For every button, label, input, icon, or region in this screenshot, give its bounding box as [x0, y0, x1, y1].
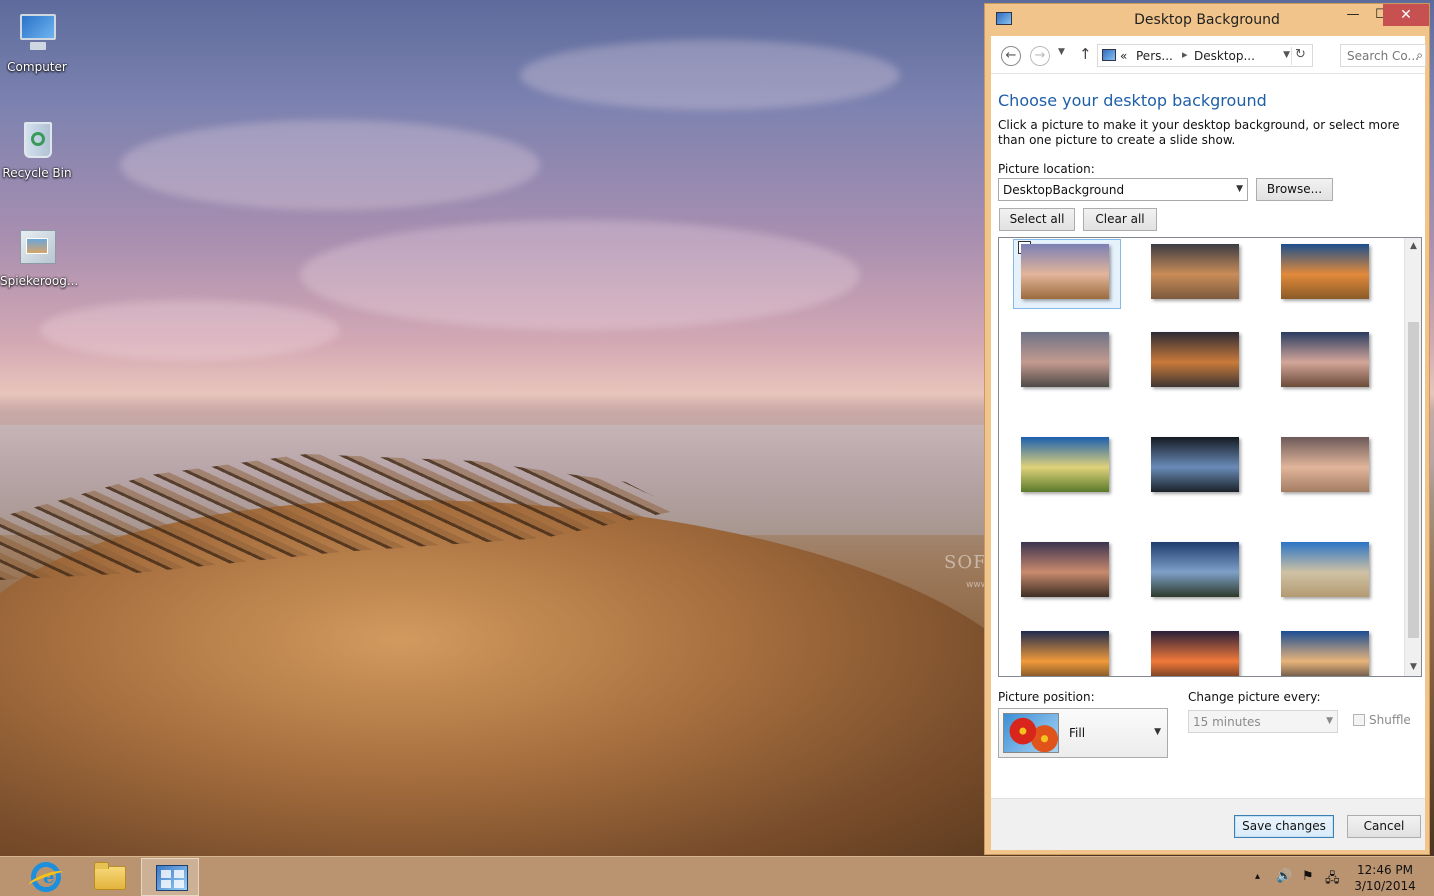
- thumbnail-island-bay[interactable]: [1151, 542, 1239, 597]
- thumbnail-rocky-shore[interactable]: [1281, 332, 1369, 387]
- desktop-icon-computer[interactable]: Computer: [0, 10, 74, 74]
- thumbnail-night-sun[interactable]: [1151, 437, 1239, 492]
- search-input[interactable]: Search Co... ⌕: [1340, 44, 1426, 67]
- picture-position-select[interactable]: Fill ▼: [998, 708, 1168, 758]
- thumbnail-calm-sea-sunset[interactable]: [1151, 332, 1239, 387]
- save-changes-button[interactable]: Save changes: [1234, 815, 1334, 838]
- folder-icon: [94, 862, 126, 890]
- taskbar-control-panel[interactable]: [141, 858, 199, 896]
- up-arrow-icon[interactable]: ↑: [1079, 45, 1092, 63]
- change-every-label: Change picture every:: [1188, 690, 1321, 704]
- show-hidden-icons-icon[interactable]: ▴: [1255, 871, 1260, 882]
- change-every-value: 15 minutes: [1193, 715, 1261, 729]
- computer-icon: [14, 10, 60, 56]
- browse-button[interactable]: Browse...: [1256, 178, 1333, 201]
- page-title: Choose your desktop background: [998, 91, 1267, 110]
- thumbnail-beach-chair[interactable]: [1281, 437, 1369, 492]
- thumbnail-orange-horizon[interactable]: [1021, 631, 1109, 676]
- clear-all-button[interactable]: Clear all: [1083, 208, 1157, 231]
- back-arrow-icon[interactable]: ←: [1001, 46, 1021, 66]
- chevron-down-icon: ▼: [1236, 184, 1243, 194]
- window-titlebar[interactable]: Desktop Background — ☐ ✕: [985, 4, 1429, 36]
- recycle-bin-icon: [14, 116, 60, 162]
- thumbnail-dune-sunset-blue[interactable]: [1281, 244, 1369, 299]
- picture-gallery[interactable]: ✓ ▲ ▼: [998, 237, 1422, 677]
- thumbnail-foggy-dunes[interactable]: [1021, 332, 1109, 387]
- desktop-icon-label: Recycle Bin: [2, 166, 72, 180]
- shuffle-label: Shuffle: [1369, 713, 1411, 727]
- picture-location-value: DesktopBackground: [1003, 183, 1125, 197]
- control-panel-icon: [1102, 49, 1116, 61]
- dialog-footer: Save changes Cancel: [991, 798, 1425, 850]
- package-icon: [14, 224, 60, 270]
- thumbnail-red-sunset[interactable]: [1151, 631, 1239, 676]
- thumbnail-evening-cliffs[interactable]: [1021, 542, 1109, 597]
- chevron-down-icon: ▼: [1154, 727, 1161, 737]
- breadcrumb-desktop-background[interactable]: Desktop...: [1194, 49, 1255, 63]
- search-placeholder: Search Co...: [1347, 49, 1419, 63]
- volume-icon[interactable]: 🔊: [1276, 869, 1292, 884]
- scrollbar-thumb[interactable]: [1408, 322, 1419, 638]
- taskbar-clock[interactable]: 12:46 PM 3/10/2014: [1350, 862, 1420, 894]
- breadcrumb-personalization[interactable]: Pers...: [1136, 49, 1173, 63]
- action-center-flag-icon[interactable]: ⚑: [1302, 869, 1314, 884]
- clock-date: 3/10/2014: [1354, 879, 1416, 893]
- address-dropdown-icon[interactable]: ▼: [1283, 50, 1290, 60]
- desktop-icon-label: Computer: [7, 60, 67, 74]
- picture-location-label: Picture location:: [998, 162, 1095, 176]
- desktop-icon-recycle-bin[interactable]: Recycle Bin: [0, 116, 74, 180]
- thumbnail-blue-dusk[interactable]: [1281, 631, 1369, 676]
- thumbnail-sand-dune-day[interactable]: [1281, 542, 1369, 597]
- refresh-icon[interactable]: ↻: [1291, 47, 1309, 65]
- cancel-button[interactable]: Cancel: [1347, 815, 1421, 838]
- breadcrumb-overflow[interactable]: «: [1120, 49, 1127, 63]
- clock-time: 12:46 PM: [1357, 863, 1413, 877]
- desktop-background-window: Desktop Background — ☐ ✕ ← → ▼ ↑ « Pers.…: [984, 3, 1430, 855]
- taskbar-internet-explorer[interactable]: e: [15, 858, 73, 896]
- taskbar: e ▴ 🔊 ⚑ 🖧 12:46 PM 3/10/2014: [0, 856, 1434, 896]
- picture-position-label: Picture position:: [998, 690, 1095, 704]
- navigation-bar: ← → ▼ ↑ « Pers... ▸ Desktop... ▼ ↻ Searc…: [991, 36, 1426, 74]
- recent-locations-dropdown-icon[interactable]: ▼: [1058, 47, 1065, 57]
- shuffle-checkbox[interactable]: [1353, 714, 1365, 726]
- picture-location-select[interactable]: DesktopBackground ▼: [998, 178, 1248, 201]
- internet-explorer-icon: e: [31, 862, 61, 892]
- picture-position-value: Fill: [1069, 726, 1086, 740]
- scroll-up-icon[interactable]: ▲: [1405, 238, 1421, 255]
- control-panel-icon: [156, 865, 188, 891]
- chevron-down-icon: ▼: [1326, 716, 1333, 726]
- page-description: Click a picture to make it your desktop …: [998, 118, 1400, 147]
- search-icon[interactable]: ⌕: [1416, 48, 1423, 63]
- breadcrumb-separator-icon: ▸: [1182, 48, 1188, 61]
- gallery-scrollbar[interactable]: ▲ ▼: [1404, 238, 1421, 676]
- network-icon[interactable]: 🖧: [1325, 869, 1340, 891]
- taskbar-file-explorer[interactable]: [78, 858, 136, 896]
- change-every-select[interactable]: 15 minutes ▼: [1188, 710, 1338, 733]
- thumbnail-green-dunes[interactable]: [1021, 437, 1109, 492]
- window-client-area: ← → ▼ ↑ « Pers... ▸ Desktop... ▼ ↻ Searc…: [991, 36, 1426, 850]
- address-bar[interactable]: « Pers... ▸ Desktop... ▼ ↻: [1097, 44, 1313, 67]
- desktop-icon-spiekeroog[interactable]: Spiekeroog...: [0, 224, 79, 288]
- desktop-icon-label: Spiekeroog...: [0, 274, 79, 288]
- forward-arrow-icon[interactable]: →: [1030, 46, 1050, 66]
- minimize-button[interactable]: —: [1338, 4, 1368, 26]
- scroll-down-icon[interactable]: ▼: [1405, 659, 1421, 676]
- close-button[interactable]: ✕: [1383, 4, 1429, 26]
- thumbnail-beach-hut[interactable]: [1151, 244, 1239, 299]
- thumbnail-sunset-rocks[interactable]: [1021, 244, 1109, 299]
- flower-preview-icon: [1003, 713, 1059, 753]
- select-all-button[interactable]: Select all: [999, 208, 1075, 231]
